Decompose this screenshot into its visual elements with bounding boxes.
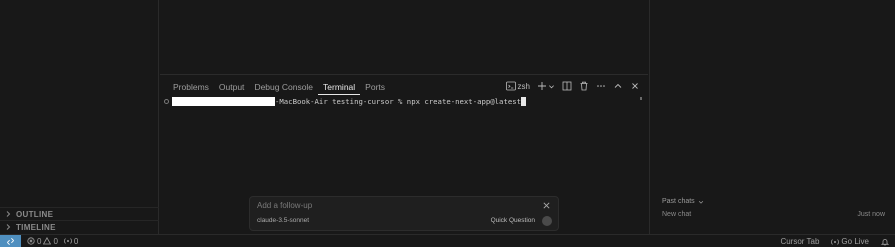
plus-icon <box>538 82 546 90</box>
split-terminal-button[interactable] <box>562 81 572 91</box>
ports-count: 0 <box>73 236 79 246</box>
broadcast-icon <box>63 238 72 244</box>
error-count: 0 <box>37 236 42 246</box>
chevron-right-icon <box>6 224 11 230</box>
split-icon <box>562 81 572 91</box>
close-icon[interactable] <box>542 201 551 210</box>
shell-label: zsh <box>517 81 530 91</box>
outline-label: OUTLINE <box>16 209 54 219</box>
chat-history-item[interactable]: New chat <box>662 211 691 218</box>
more-actions-button[interactable] <box>596 81 606 91</box>
sidebar: OUTLINE TIMELINE <box>0 0 159 234</box>
terminal-command: npx create-next-app@latest <box>406 97 522 106</box>
command-decoration-icon <box>164 99 169 104</box>
chevron-right-icon <box>6 211 11 217</box>
tab-debug-console[interactable]: Debug Console <box>249 79 318 95</box>
remote-icon <box>7 237 14 245</box>
chat-panel: Past chats New chat Just now <box>649 0 895 234</box>
ellipsis-icon <box>597 85 605 87</box>
outline-section[interactable]: OUTLINE <box>0 207 159 220</box>
status-right: Cursor Tab Go Live <box>780 235 895 247</box>
kill-terminal-button[interactable] <box>579 81 589 91</box>
scrollbar-marker <box>640 97 642 100</box>
panel-actions: zsh <box>505 79 640 93</box>
tab-output[interactable]: Output <box>214 79 250 95</box>
broadcast-icon <box>831 238 840 245</box>
send-button[interactable] <box>542 216 552 226</box>
chevron-up-icon <box>614 83 622 88</box>
followup-box: Add a follow-up claude-3.5-sonnet Quick … <box>249 196 559 231</box>
past-chats-toggle[interactable]: Past chats <box>662 198 704 205</box>
new-terminal-button[interactable] <box>537 81 555 91</box>
warning-icon <box>43 237 52 245</box>
ports-status[interactable]: 0 <box>63 236 79 246</box>
maximize-panel-button[interactable] <box>613 81 623 91</box>
shell-selector[interactable]: zsh <box>505 81 530 91</box>
remote-button[interactable] <box>0 234 21 247</box>
terminal-prompt: -MacBook-Air testing-cursor % <box>275 97 407 106</box>
trash-icon <box>580 81 588 91</box>
chevron-down-icon <box>698 200 703 204</box>
chevron-down-icon <box>549 84 554 88</box>
status-bar: 0 0 0 Cursor Tab Go Live <box>0 234 895 247</box>
redacted-username <box>172 97 275 106</box>
warning-count: 0 <box>53 236 58 246</box>
tab-problems[interactable]: Problems <box>168 79 214 95</box>
tab-ports[interactable]: Ports <box>360 79 390 95</box>
editor-area[interactable] <box>160 0 648 74</box>
panel-tabs: Problems Output Debug Console Terminal P… <box>168 79 390 95</box>
go-live-label: Go Live <box>841 237 869 246</box>
timeline-label: TIMELINE <box>16 222 56 232</box>
go-live-button[interactable]: Go Live <box>831 237 869 246</box>
quick-question-button[interactable]: Quick Question <box>491 217 535 224</box>
past-chats-label: Past chats <box>662 198 695 205</box>
problems-status[interactable]: 0 0 <box>27 237 58 246</box>
terminal-icon <box>505 81 516 91</box>
followup-input[interactable]: Add a follow-up <box>257 201 312 210</box>
error-icon <box>27 237 35 245</box>
cursor-tab-status[interactable]: Cursor Tab <box>780 237 819 246</box>
terminal-line[interactable]: -MacBook-Air testing-cursor % npx create… <box>164 96 527 107</box>
close-icon <box>632 83 638 89</box>
model-selector[interactable]: claude-3.5-sonnet <box>257 217 309 224</box>
close-panel-button[interactable] <box>630 81 640 91</box>
tab-terminal[interactable]: Terminal <box>318 79 361 95</box>
chat-timestamp: Just now <box>857 211 885 218</box>
bell-icon[interactable] <box>881 238 889 246</box>
timeline-section[interactable]: TIMELINE <box>0 220 159 233</box>
terminal-cursor <box>521 97 527 106</box>
